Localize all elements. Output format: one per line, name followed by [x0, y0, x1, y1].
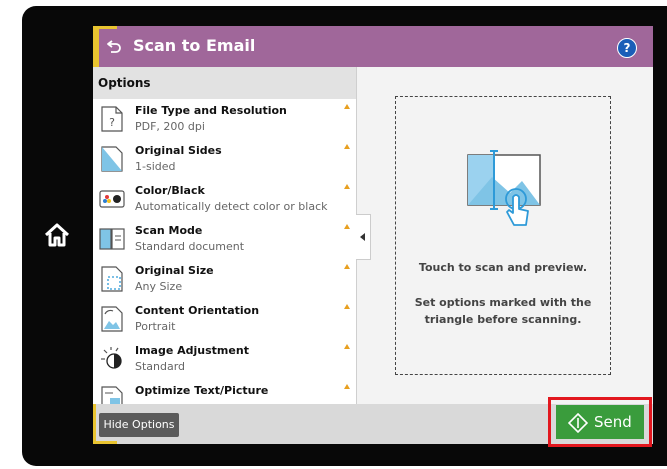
- preview-panel: Touch to scan and preview. Set options m…: [357, 67, 653, 404]
- svg-text:?: ?: [109, 116, 115, 129]
- option-original-sides[interactable]: Original Sides 1-sided: [93, 139, 356, 180]
- color-black-icon: [99, 190, 125, 208]
- option-value: Portrait: [135, 320, 176, 333]
- collapse-options-toggle[interactable]: [356, 214, 371, 260]
- options-heading-bar: Options: [93, 67, 356, 99]
- option-content-orientation[interactable]: Content Orientation Portrait: [93, 299, 356, 340]
- original-sides-icon: [101, 146, 123, 172]
- option-title: Scan Mode: [135, 224, 203, 237]
- original-size-icon: [101, 266, 123, 292]
- required-triangle-icon: [344, 104, 350, 109]
- screen: Scan to Email ? Options ? File Type and …: [93, 26, 653, 444]
- title-bar: Scan to Email ?: [93, 26, 653, 67]
- send-diamond-icon: [568, 413, 588, 433]
- help-button[interactable]: ?: [617, 38, 637, 58]
- chevron-left-icon: [360, 233, 365, 241]
- option-value: Any Size: [135, 280, 183, 293]
- option-value: Standard: [135, 360, 186, 373]
- required-triangle-icon: [344, 384, 350, 389]
- option-title: Content Orientation: [135, 304, 260, 317]
- option-value: Automatically detect color or black: [135, 200, 328, 213]
- footer-accent: [93, 404, 96, 444]
- footer-accent-bottom: [93, 441, 117, 444]
- option-color-black[interactable]: Color/Black Automatically detect color o…: [93, 179, 356, 220]
- option-title: File Type and Resolution: [135, 104, 287, 117]
- option-title: Optimize Text/Picture: [135, 384, 269, 397]
- required-triangle-icon: [344, 344, 350, 349]
- option-original-size[interactable]: Original Size Any Size: [93, 259, 356, 300]
- required-triangle-icon: [344, 184, 350, 189]
- preview-instruction: Touch to scan and preview.: [418, 261, 588, 274]
- preview-area[interactable]: Touch to scan and preview. Set options m…: [395, 96, 611, 375]
- option-scan-mode[interactable]: Scan Mode Standard document: [93, 219, 356, 260]
- option-optimize-text-picture[interactable]: Optimize Text/Picture: [93, 379, 356, 404]
- required-triangle-icon: [344, 264, 350, 269]
- option-title: Original Size: [135, 264, 214, 277]
- image-adjustment-icon: [101, 347, 122, 369]
- content-orientation-icon: [101, 306, 123, 332]
- send-button[interactable]: Send: [556, 405, 644, 439]
- options-heading: Options: [98, 76, 151, 90]
- header-accent-top: [93, 26, 117, 29]
- file-type-icon: ?: [101, 106, 123, 132]
- send-label: Send: [594, 413, 632, 431]
- option-file-type[interactable]: ? File Type and Resolution PDF, 200 dpi: [93, 99, 356, 140]
- required-triangle-icon: [344, 144, 350, 149]
- option-title: Image Adjustment: [135, 344, 249, 357]
- options-panel: Options ? File Type and Resolution PDF, …: [93, 67, 357, 404]
- optimize-text-picture-icon: [101, 386, 123, 404]
- option-value: 1-sided: [135, 160, 176, 173]
- touch-preview-icon: [467, 150, 541, 226]
- option-value: PDF, 200 dpi: [135, 120, 205, 133]
- scan-mode-icon: [99, 228, 125, 250]
- required-triangle-icon: [344, 304, 350, 309]
- hide-options-button[interactable]: Hide Options: [99, 413, 179, 437]
- back-icon[interactable]: [106, 38, 122, 54]
- option-title: Original Sides: [135, 144, 222, 157]
- header-accent: [93, 26, 99, 67]
- home-icon[interactable]: [42, 220, 72, 250]
- preview-note: Set options marked with the triangle bef…: [414, 296, 592, 326]
- option-value: Standard document: [135, 240, 245, 253]
- page-title: Scan to Email: [133, 36, 256, 55]
- option-title: Color/Black: [135, 184, 205, 197]
- option-image-adjustment[interactable]: Image Adjustment Standard: [93, 339, 356, 380]
- required-triangle-icon: [344, 224, 350, 229]
